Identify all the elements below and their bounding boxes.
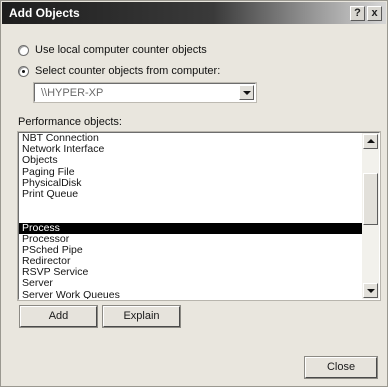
list-item[interactable]: Objects [19, 155, 362, 166]
list-scrollbar[interactable] [362, 133, 379, 299]
radio-local-label: Use local computer counter objects [35, 44, 207, 56]
list-item[interactable]: Network Interface [19, 144, 362, 155]
chevron-down-icon [243, 91, 251, 95]
radio-remote-icon[interactable] [18, 65, 29, 77]
performance-objects-label: Performance objects: [18, 116, 122, 128]
performance-objects-list[interactable]: NBT Connection Network Interface Objects Pa… [17, 131, 381, 301]
list-item[interactable]: RSVP Service [19, 267, 362, 278]
title-bar: Add Objects ? x [2, 2, 386, 24]
performance-objects-items: NBT Connection Network Interface Objects Pa… [19, 133, 362, 299]
help-button[interactable]: ? [350, 6, 365, 21]
chevron-up-icon [367, 139, 375, 143]
radio-local-icon[interactable] [18, 44, 29, 56]
close-window-button[interactable]: x [367, 6, 382, 21]
computer-dropdown-button[interactable] [239, 85, 254, 100]
list-item[interactable]: PSched Pipe [19, 244, 362, 256]
scroll-thumb[interactable] [363, 173, 378, 225]
scroll-down-button[interactable] [363, 283, 378, 298]
scroll-up-button[interactable] [363, 134, 378, 149]
add-objects-dialog: Add Objects ? x Use local computer count… [0, 0, 388, 387]
list-item[interactable] [19, 200, 362, 211]
dialog-title: Add Objects [9, 6, 80, 20]
radio-local-objects[interactable]: Use local computer counter objects [18, 43, 207, 57]
close-button[interactable]: Close [304, 356, 378, 379]
list-item[interactable]: Process [19, 222, 362, 234]
explain-button[interactable]: Explain [102, 305, 181, 328]
title-bar-buttons: ? x [350, 6, 382, 21]
list-item[interactable]: Server [19, 278, 362, 289]
computer-select-value: \\HYPER-XP [41, 87, 104, 99]
list-item[interactable] [19, 211, 362, 222]
chevron-down-icon [367, 289, 375, 293]
list-item[interactable]: Server Work Queues [19, 289, 362, 299]
radio-remote-label: Select counter objects from computer: [35, 65, 221, 77]
radio-remote-objects[interactable]: Select counter objects from computer: [18, 64, 220, 78]
computer-select[interactable]: \\HYPER-XP [33, 82, 257, 103]
list-item[interactable]: Print Queue [19, 188, 362, 200]
add-button[interactable]: Add [19, 305, 98, 328]
